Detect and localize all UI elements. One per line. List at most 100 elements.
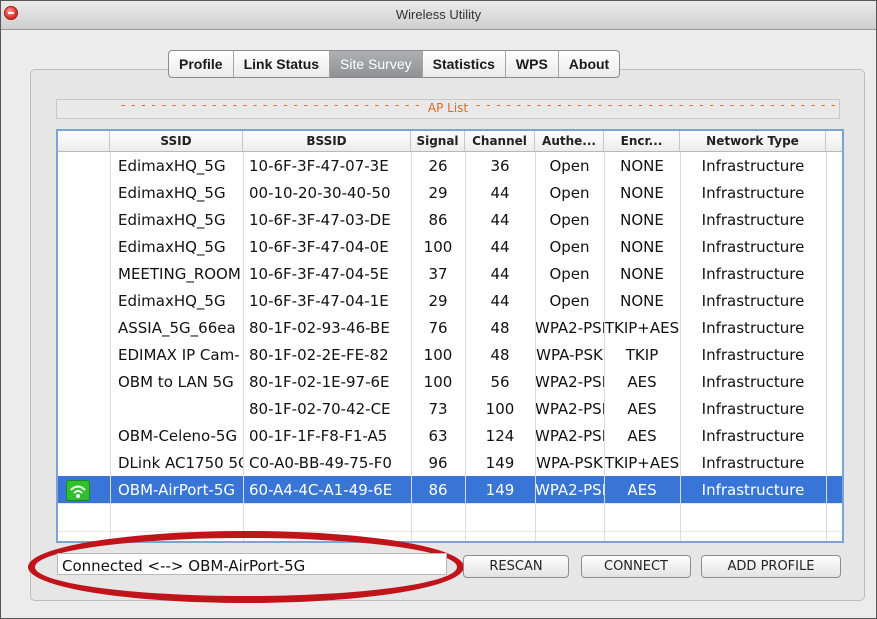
table-row[interactable]: EdimaxHQ_5G 10-6F-3F-47-07-3E 26 36 Open NONE… [58, 152, 842, 179]
column-divider [411, 152, 412, 541]
cell-ssid: OBM to LAN 5G [118, 373, 234, 391]
table-row[interactable]: MEETING_ROOM 10-6F-3F-47-04-5E 37 44 Open NON… [58, 260, 842, 287]
cell-encr: AES [627, 427, 657, 445]
cell-ssid: OBM-Celeno-5G [118, 427, 238, 445]
table-row[interactable]: EdimaxHQ_5G 10-6F-3F-47-03-DE 86 44 Open NONE… [58, 206, 842, 233]
cell-encr: AES [627, 373, 657, 391]
column-divider [535, 152, 536, 541]
column-divider [110, 152, 111, 541]
cell-channel: 48 [490, 319, 510, 337]
cell-encr: NONE [620, 157, 664, 175]
cell-signal: 29 [428, 184, 448, 202]
connect-button[interactable]: CONNECT [581, 555, 691, 578]
column-divider [243, 152, 244, 541]
cell-bssid: 80-1F-02-93-46-BE [249, 319, 390, 337]
cell-encr: NONE [620, 238, 664, 256]
cell-signal: 73 [428, 400, 448, 418]
column-header[interactable]: Encr... [604, 131, 680, 151]
table-row[interactable]: EDIMAX IP Cam- 80-1F-02-2E-FE-82 100 48 WPA-… [58, 341, 842, 368]
table-row[interactable]: EdimaxHQ_5G 00-10-20-30-40-50 29 44 Open NONE… [58, 179, 842, 206]
cell-network-type: Infrastructure [701, 238, 805, 256]
cell-signal: 100 [423, 346, 453, 364]
table-row-empty [58, 503, 842, 531]
cell-channel: 44 [490, 211, 510, 229]
cell-bssid: 10-6F-3F-47-03-DE [249, 211, 391, 229]
column-divider [680, 152, 681, 541]
cell-network-type: Infrastructure [701, 319, 805, 337]
cell-bssid: 60-A4-4C-A1-49-6E [249, 481, 393, 499]
cell-signal: 63 [428, 427, 448, 445]
cell-bssid: 80-1F-02-2E-FE-82 [249, 346, 389, 364]
column-header[interactable]: Signal [411, 131, 465, 151]
cell-signal: 37 [428, 265, 448, 283]
column-header[interactable]: Network Type [680, 131, 826, 151]
add-profile-button[interactable]: ADD PROFILE [701, 555, 841, 578]
rescan-button[interactable]: RESCAN [463, 555, 569, 578]
tab-about[interactable]: About [559, 51, 619, 77]
table-row[interactable]: DLink AC1750 5G C0-A0-BB-49-75-F0 96 149 WPA… [58, 449, 842, 476]
tab-link-status[interactable]: Link Status [234, 51, 331, 77]
cell-ssid: EdimaxHQ_5G [118, 157, 226, 175]
column-header[interactable]: Channel [465, 131, 535, 151]
cell-auth: WPA2-PSK [535, 481, 604, 499]
cell-bssid: C0-A0-BB-49-75-F0 [249, 454, 392, 472]
cell-channel: 44 [490, 292, 510, 310]
table-row[interactable]: 80-1F-02-70-42-CE 73 100 WPA2-PSK AES Infrast… [58, 395, 842, 422]
column-divider [604, 152, 605, 541]
cell-network-type: Infrastructure [701, 265, 805, 283]
cell-network-type: Infrastructure [701, 211, 805, 229]
cell-bssid: 10-6F-3F-47-04-5E [249, 265, 389, 283]
cell-channel: 48 [490, 346, 510, 364]
cell-auth: Open [549, 184, 590, 202]
cell-ssid [110, 395, 243, 422]
cell-network-type: Infrastructure [701, 454, 805, 472]
table-row[interactable]: OBM-Celeno-5G 00-1F-1F-F8-F1-A5 63 124 WPA2-… [58, 422, 842, 449]
cell-auth: WPA2-PSK [535, 427, 604, 445]
cell-bssid: 80-1F-02-70-42-CE [249, 400, 391, 418]
cell-signal: 26 [428, 157, 448, 175]
cell-encr: TKIP+AES [604, 454, 680, 472]
cell-channel: 149 [485, 454, 515, 472]
cell-network-type: Infrastructure [701, 292, 805, 310]
connection-status-field: Connected <--> OBM-AirPort-5G [57, 553, 447, 575]
cell-network-type: Infrastructure [701, 427, 805, 445]
column-header[interactable]: BSSID [243, 131, 411, 151]
cell-network-type: Infrastructure [701, 373, 805, 391]
cell-channel: 44 [490, 265, 510, 283]
table-row[interactable]: ASSIA_5G_66ea 80-1F-02-93-46-BE 76 48 WPA2-P… [58, 314, 842, 341]
table-row[interactable]: OBM to LAN 5G 80-1F-02-1E-97-6E 100 56 WPA2-… [58, 368, 842, 395]
cell-ssid: ASSIA_5G_66ea [118, 319, 236, 337]
ap-list-group-header: - - - - - - - - - - - - - - - - - - - - … [56, 98, 841, 119]
table-row[interactable]: EdimaxHQ_5G 10-6F-3F-47-04-1E 29 44 Open NONE… [58, 287, 842, 314]
tab-site-survey[interactable]: Site Survey [330, 51, 423, 77]
cell-auth: Open [549, 211, 590, 229]
cell-channel: 44 [490, 238, 510, 256]
cell-ssid: EDIMAX IP Cam- [118, 346, 240, 364]
cell-signal: 100 [423, 373, 453, 391]
wifi-connected-icon [66, 480, 90, 501]
cell-auth: Open [549, 238, 590, 256]
cell-encr: NONE [620, 184, 664, 202]
cell-channel: 44 [490, 184, 510, 202]
tab-wps[interactable]: WPS [506, 51, 559, 77]
table-row[interactable]: EdimaxHQ_5G 10-6F-3F-47-04-0E 100 44 Open NON… [58, 233, 842, 260]
cell-auth: WPA2-PSK [535, 373, 604, 391]
cell-signal: 86 [428, 211, 448, 229]
title-bar: Wireless Utility [1, 1, 876, 30]
cell-ssid: MEETING_ROOM [118, 265, 241, 283]
cell-network-type: Infrastructure [701, 157, 805, 175]
cell-channel: 36 [490, 157, 510, 175]
table-row-selected[interactable]: OBM-AirPort-5G 60-A4-4C-A1-49-6E 86 149 WPA2… [58, 476, 842, 503]
column-header[interactable]: SSID [110, 131, 243, 151]
cell-network-type: Infrastructure [701, 481, 805, 499]
column-header[interactable]: Authe... [535, 131, 604, 151]
cell-encr: AES [627, 481, 657, 499]
cell-encr: NONE [620, 292, 664, 310]
cell-network-type: Infrastructure [701, 346, 805, 364]
tab-statistics[interactable]: Statistics [423, 51, 506, 77]
cell-encr: TKIP [625, 346, 659, 364]
cell-bssid: 80-1F-02-1E-97-6E [249, 373, 390, 391]
ap-list-table[interactable]: SSID BSSID Signal Channel Authe... Encr... Net… [56, 129, 844, 543]
tab-profile[interactable]: Profile [169, 51, 234, 77]
cell-channel: 100 [485, 400, 515, 418]
